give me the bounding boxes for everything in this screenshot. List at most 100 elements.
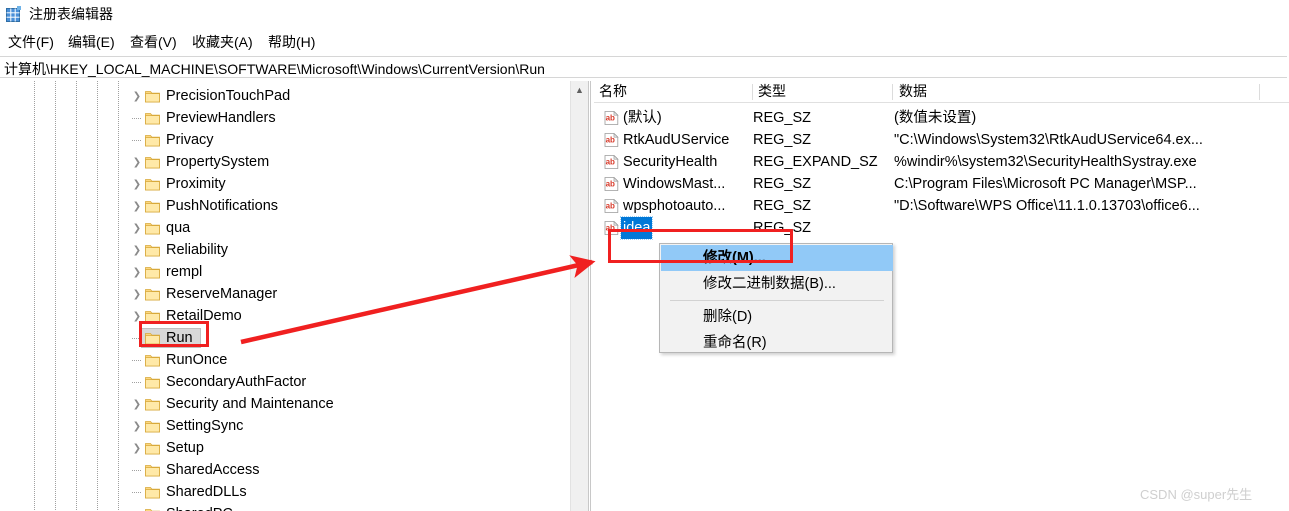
- folder-icon: [145, 135, 160, 147]
- tree-item[interactable]: ❯ SettingSync: [0, 415, 576, 437]
- value-type: REG_EXPAND_SZ: [753, 154, 878, 170]
- value-name: wpsphotoauto...: [623, 198, 726, 214]
- tree-item-label: Proximity: [166, 176, 226, 192]
- tree-item[interactable]: SharedDLLs: [0, 481, 576, 503]
- list-row[interactable]: ab WindowsMast... REG_SZ C:\Program Files\M…: [594, 173, 1289, 195]
- value-name: SecurityHealth: [623, 154, 718, 170]
- context-menu-item[interactable]: 删除(D): [661, 304, 893, 330]
- pane-splitter[interactable]: [588, 81, 591, 511]
- value-type: REG_SZ: [753, 110, 812, 126]
- tree-item-label: Privacy: [166, 132, 214, 148]
- value-type: REG_SZ: [753, 176, 812, 192]
- folder-icon: [145, 377, 160, 389]
- column-divider[interactable]: [1259, 84, 1260, 100]
- tree-item-label: PushNotifications: [166, 198, 279, 214]
- folder-icon: [145, 201, 160, 213]
- tree-item-label: SharedAccess: [166, 462, 260, 478]
- tree-item[interactable]: PreviewHandlers: [0, 107, 576, 129]
- column-divider[interactable]: [892, 84, 893, 100]
- folder-icon: [145, 157, 160, 169]
- tree-item-label: PropertySystem: [166, 154, 270, 170]
- chevron-right-icon[interactable]: ❯: [130, 173, 144, 195]
- tree-item-label: ReserveManager: [166, 286, 278, 302]
- tree-item-label: SharedDLLs: [166, 484, 247, 500]
- chevron-right-icon[interactable]: ❯: [130, 261, 144, 283]
- tree-scrollbar[interactable]: ▲: [570, 81, 588, 511]
- value-data: (数值未设置): [894, 110, 977, 126]
- list-row[interactable]: ab RtkAudUService REG_SZ "C:\Windows\System…: [594, 129, 1289, 151]
- svg-text:ab: ab: [606, 180, 615, 189]
- folder-icon: [145, 179, 160, 191]
- chevron-right-icon[interactable]: ❯: [130, 283, 144, 305]
- tree-item[interactable]: ❯ qua: [0, 217, 576, 239]
- address-path: 计算机\HKEY_LOCAL_MACHINE\SOFTWARE\Microsof…: [4, 61, 545, 77]
- tree-item[interactable]: ❯ Setup: [0, 437, 576, 459]
- string-value-icon: ab: [604, 199, 619, 213]
- tree-item-label: SettingSync: [166, 418, 244, 434]
- chevron-right-icon[interactable]: ❯: [130, 151, 144, 173]
- chevron-right-icon[interactable]: ❯: [130, 239, 144, 261]
- tree-item[interactable]: ❯ PrecisionTouchPad: [0, 85, 576, 107]
- svg-text:ab: ab: [606, 158, 615, 167]
- tree-item-selected[interactable]: Run: [0, 327, 576, 349]
- menu-help[interactable]: 帮助(H): [266, 32, 317, 52]
- tree-item[interactable]: ❯ Security and Maintenance: [0, 393, 576, 415]
- tree-item[interactable]: RunOnce: [0, 349, 576, 371]
- tree-item[interactable]: SharedAccess: [0, 459, 576, 481]
- tree-item[interactable]: SharedPC: [0, 503, 576, 511]
- tree-item-label: PrecisionTouchPad: [166, 88, 291, 104]
- title-bar: 注册表编辑器: [0, 0, 1289, 28]
- window-title: 注册表编辑器: [29, 6, 113, 22]
- csdn-watermark: CSDN @super先生: [1140, 487, 1253, 502]
- svg-text:ab: ab: [606, 136, 615, 145]
- folder-icon: [145, 245, 160, 257]
- tree-stub-line: [132, 360, 142, 361]
- chevron-right-icon[interactable]: ❯: [130, 393, 144, 415]
- tree-item[interactable]: ❯ ReserveManager: [0, 283, 576, 305]
- menu-favorites[interactable]: 收藏夹(A): [190, 32, 255, 52]
- chevron-right-icon[interactable]: ❯: [130, 85, 144, 107]
- chevron-right-icon[interactable]: ❯: [130, 195, 144, 217]
- context-menu-item[interactable]: 修改二进制数据(B)...: [661, 271, 893, 297]
- tree-stub-line: [132, 492, 142, 493]
- chevron-right-icon[interactable]: ❯: [130, 415, 144, 437]
- column-header-name[interactable]: 名称: [594, 81, 627, 102]
- value-data: "D:\Software\WPS Office\11.1.0.13703\off…: [894, 198, 1200, 214]
- list-row[interactable]: ab SecurityHealth REG_EXPAND_SZ %windir%\sy…: [594, 151, 1289, 173]
- context-menu-item[interactable]: 重命名(R): [661, 330, 893, 356]
- address-bar[interactable]: 计算机\HKEY_LOCAL_MACHINE\SOFTWARE\Microsof…: [0, 56, 1287, 78]
- menu-file[interactable]: 文件(F): [6, 32, 56, 52]
- list-row[interactable]: ab (默认) REG_SZ (数值未设置): [594, 107, 1289, 129]
- chevron-right-icon[interactable]: ❯: [130, 437, 144, 459]
- registry-editor-icon: [6, 6, 21, 22]
- tree-item[interactable]: Privacy: [0, 129, 576, 151]
- menu-edit[interactable]: 编辑(E): [66, 32, 117, 52]
- tree-item-label: PreviewHandlers: [166, 110, 276, 126]
- chevron-up-icon[interactable]: ▲: [571, 81, 588, 99]
- context-menu-separator: [670, 300, 884, 301]
- tree-item-label: Setup: [166, 440, 204, 456]
- tree-item[interactable]: ❯ Proximity: [0, 173, 576, 195]
- tree-item[interactable]: ❯ PushNotifications: [0, 195, 576, 217]
- tree-item[interactable]: ❯ Reliability: [0, 239, 576, 261]
- chevron-right-icon[interactable]: ❯: [130, 217, 144, 239]
- list-row[interactable]: ab wpsphotoauto... REG_SZ "D:\Software\WPS …: [594, 195, 1289, 217]
- folder-icon: [145, 113, 160, 125]
- column-header-type[interactable]: 类型: [753, 81, 786, 102]
- value-type: REG_SZ: [753, 198, 812, 214]
- folder-icon: [145, 91, 160, 103]
- folder-icon: [145, 421, 160, 433]
- string-value-icon: ab: [604, 155, 619, 169]
- registry-tree-pane[interactable]: ❯ PrecisionTouchPad PreviewHandlers Privacy…: [0, 81, 576, 511]
- column-header-data[interactable]: 数据: [894, 81, 927, 102]
- tree-stub-line: [132, 118, 142, 119]
- folder-icon: [145, 443, 160, 455]
- tree-item[interactable]: SecondaryAuthFactor: [0, 371, 576, 393]
- tree-item-label: qua: [166, 220, 191, 236]
- registry-editor-window: 注册表编辑器 文件(F) 编辑(E) 查看(V) 收藏夹(A) 帮助(H) 计算…: [0, 0, 1289, 511]
- tree-item-label: RunOnce: [166, 352, 228, 368]
- menu-view[interactable]: 查看(V): [128, 32, 179, 52]
- tree-item[interactable]: ❯ rempl: [0, 261, 576, 283]
- tree-item[interactable]: ❯ PropertySystem: [0, 151, 576, 173]
- tree-item[interactable]: ❯ RetailDemo: [0, 305, 576, 327]
